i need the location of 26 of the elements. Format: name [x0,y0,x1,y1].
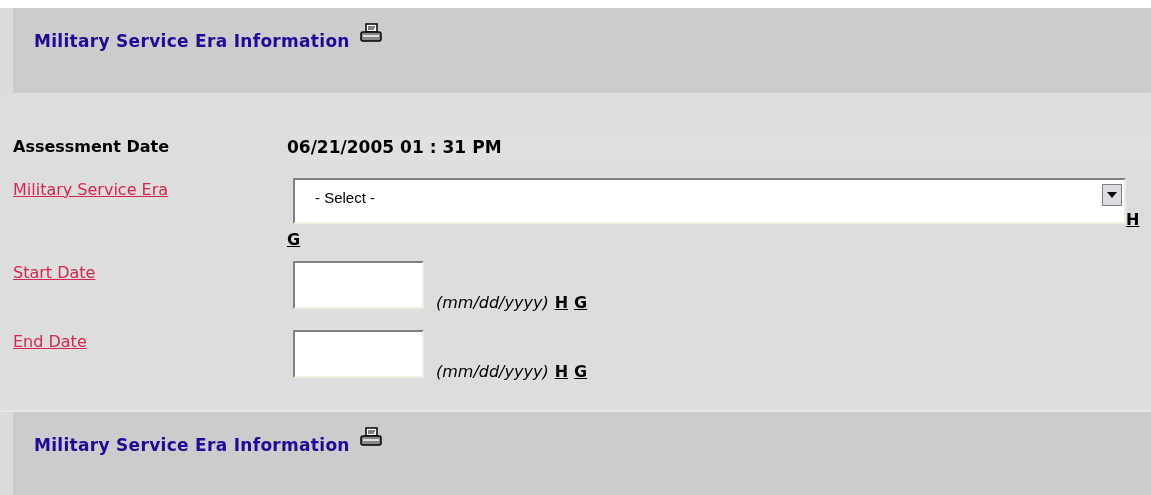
date-time-value: : [429,136,437,159]
field-label-link[interactable]: End Date [13,332,87,351]
date-time-value: 01 [400,136,424,159]
date-time-value: 06/21/2005 [287,136,395,159]
date-time-value: PM [472,136,502,159]
field-label: Assessment Date [13,137,170,156]
date-time-value: 31 [442,136,467,159]
field-label-link[interactable]: Start Date [13,263,96,282]
dropdown[interactable]: - Select - [293,178,1126,224]
section-title: Military Service Era Information [34,30,350,53]
date-format-hint: (mm/dd/yyyy) [436,361,549,383]
help-link[interactable]: H [1126,210,1140,229]
help-link[interactable]: H [554,362,568,381]
field-label-link[interactable]: Military Service Era [13,180,169,199]
section-title: Military Service Era Information [34,434,350,457]
caret-icon [1107,192,1117,198]
printer-icon[interactable] [359,427,382,447]
help-link[interactable]: G [574,293,588,312]
dropdown-button[interactable] [1102,184,1122,206]
help-link[interactable]: G [287,230,301,249]
help-link[interactable]: G [574,362,588,381]
date-format-hint: (mm/dd/yyyy) [436,292,549,314]
help-link[interactable]: H [554,293,568,312]
printer-icon[interactable] [359,23,382,43]
date-input-field[interactable] [293,330,424,378]
date-input-field[interactable] [293,261,424,309]
